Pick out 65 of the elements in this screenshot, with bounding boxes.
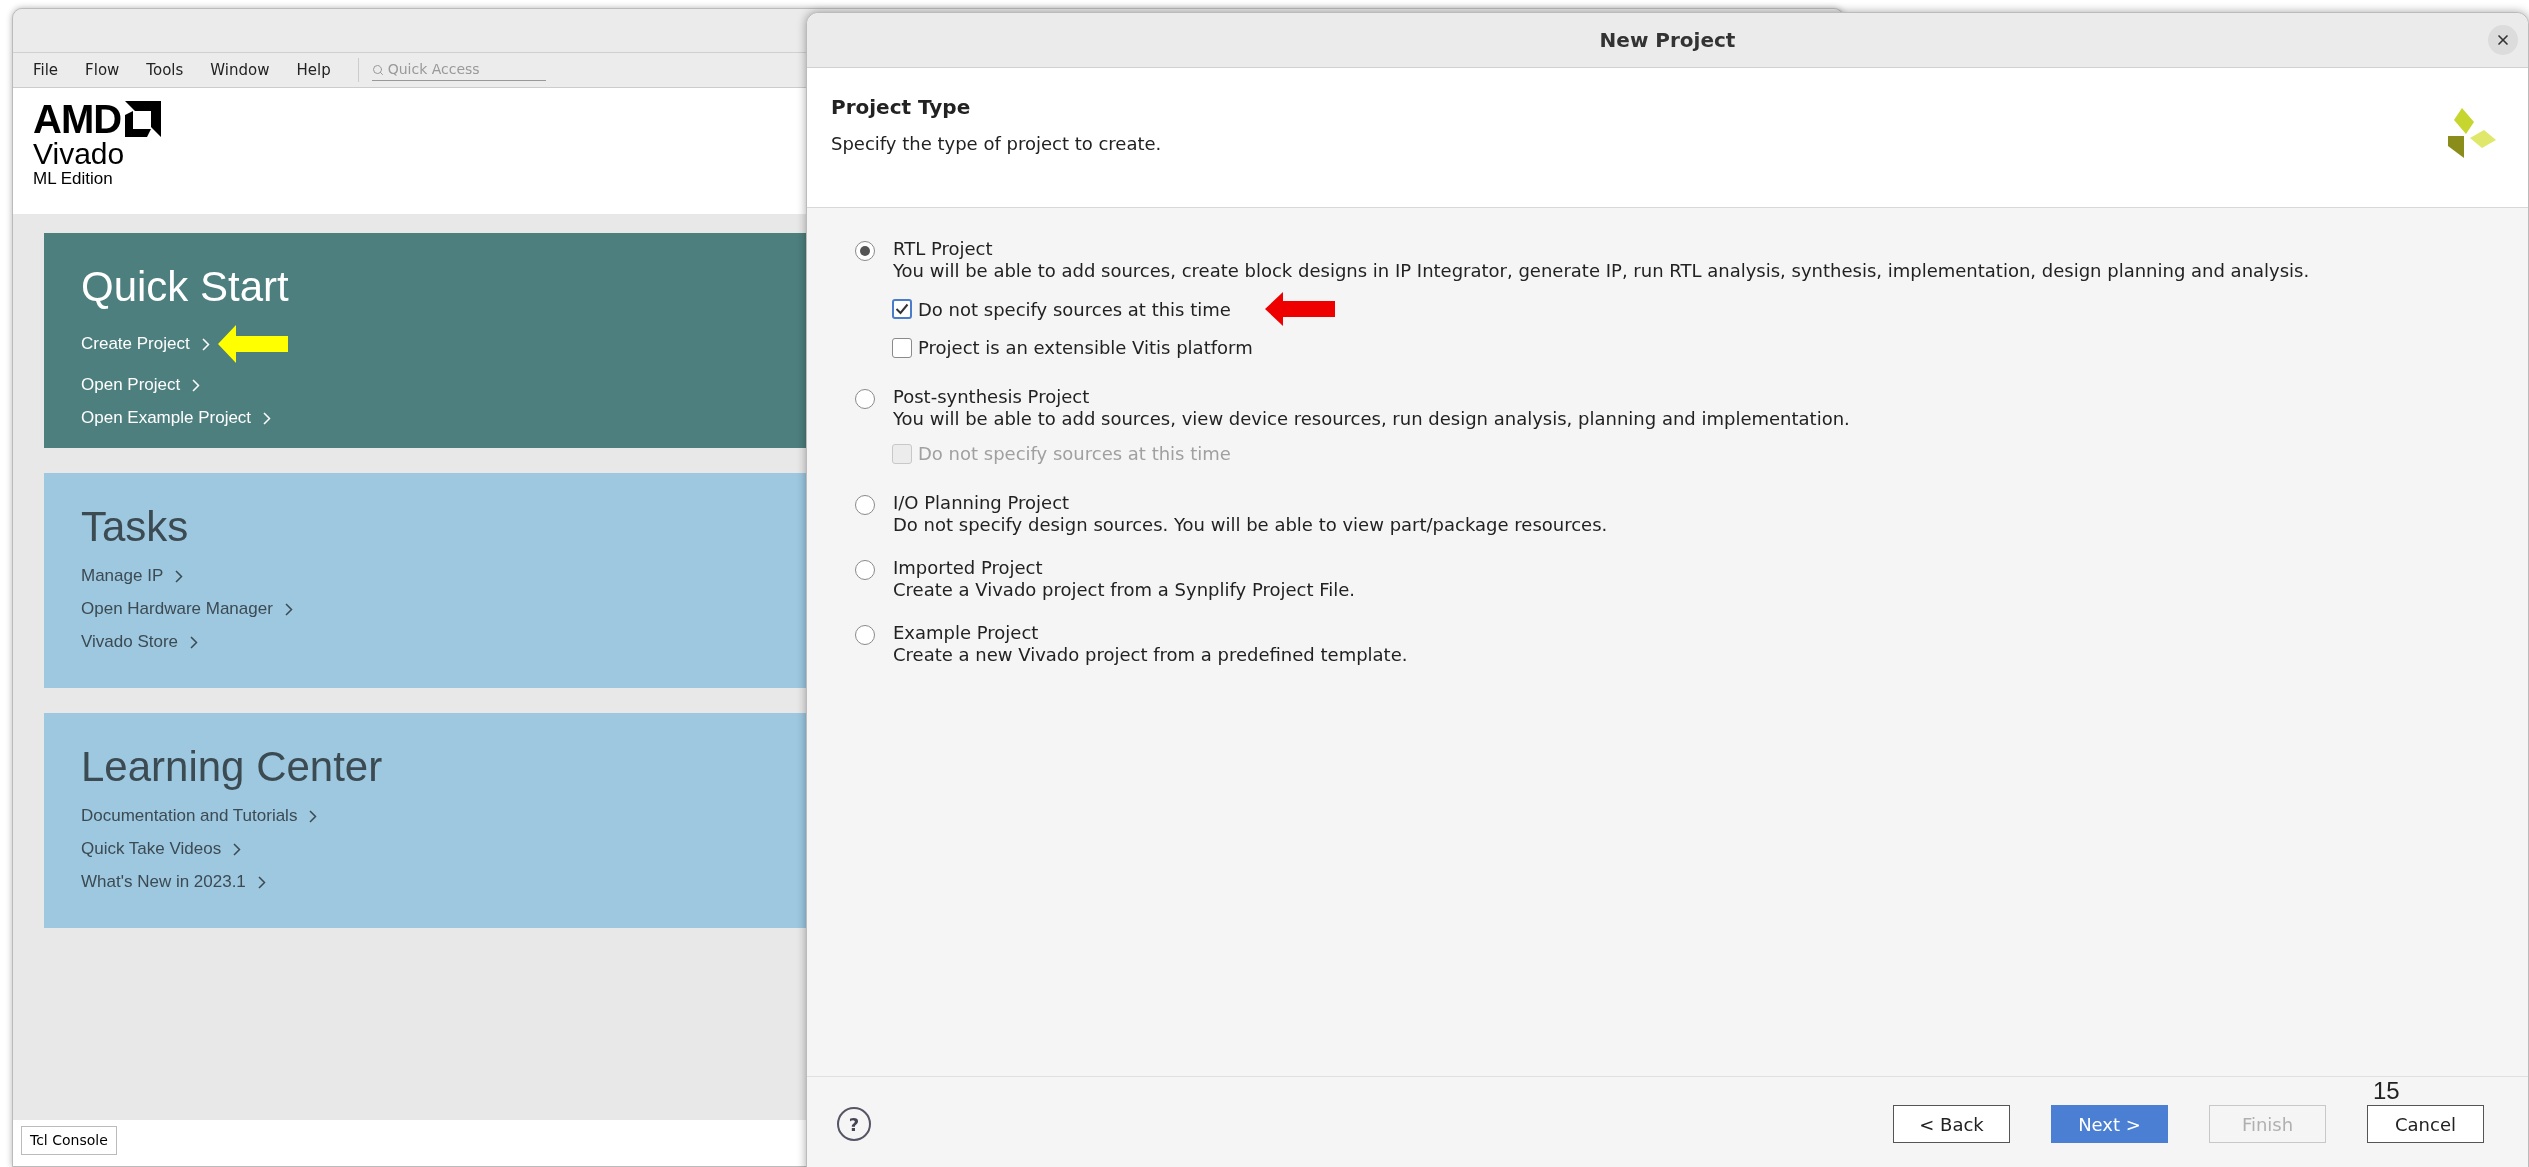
radio-button[interactable] [855, 625, 875, 645]
option-description: You will be able to add sources, create block designs in IP Integrator, generate IP, run RTL analysis, synthesis, implementation, design planning and analysis. [893, 260, 2310, 282]
console-tab[interactable]: Tcl Console [21, 1126, 117, 1155]
page-number: 15 [2373, 1079, 2400, 1103]
chevron-icon [309, 809, 318, 823]
page-heading: Project Type [831, 94, 972, 121]
arrow-icon [1264, 292, 1335, 326]
dialog-button[interactable]: Cancel [2367, 1105, 2484, 1143]
edition-label: ML Edition [33, 170, 113, 188]
panel-title: Tasks [81, 502, 189, 552]
logo-icon [2448, 108, 2496, 158]
chevron-icon [233, 842, 242, 856]
panel-link[interactable]: Open Project [81, 374, 201, 396]
search-icon [371, 63, 384, 76]
checkbox[interactable] [892, 337, 912, 358]
panel-link[interactable]: Manage IP [81, 565, 184, 587]
quick-access-field[interactable]: Quick Access [387, 59, 538, 80]
radio-button[interactable] [855, 241, 875, 261]
dialog-button[interactable]: < Back [1893, 1105, 2010, 1143]
radio-button[interactable] [855, 560, 875, 580]
chevron-icon [190, 635, 199, 649]
menu-item[interactable]: Tools [146, 58, 184, 82]
checkbox-label[interactable]: Do not specify sources at this time [918, 295, 1231, 323]
panel-title: Learning Center [81, 742, 383, 792]
chevron-icon [257, 875, 266, 889]
option-label[interactable]: Example Project [893, 622, 1408, 644]
product-name: Vivado [33, 138, 125, 170]
help-button[interactable]: ? [837, 1107, 871, 1141]
chevron-icon [175, 569, 184, 583]
menu-item[interactable]: Help [296, 58, 331, 82]
panel-link[interactable]: Create Project [81, 333, 210, 355]
arrow-icon [217, 325, 288, 363]
panel-link[interactable]: What's New in 2023.1 [81, 871, 266, 893]
option-label[interactable]: Imported Project [893, 557, 1356, 579]
panel-link[interactable]: Documentation and Tutorials [81, 805, 318, 827]
option-description: Create a Vivado project from a Synplify Project File. [893, 579, 1356, 601]
logo-mark-icon [125, 101, 162, 137]
panel-link[interactable]: Quick Take Videos [81, 838, 242, 860]
panel-link[interactable]: Open Example Project [81, 407, 272, 429]
panel-link[interactable]: Vivado Store [81, 631, 199, 653]
chevron-icon [201, 337, 210, 351]
close-icon [2495, 32, 2511, 48]
dialog-title: New Project [1599, 27, 1736, 54]
panel-title: Quick Start [81, 262, 289, 312]
option-label[interactable]: I/O Planning Project [893, 492, 1608, 514]
option-label[interactable]: RTL Project [893, 238, 2310, 260]
radio-button[interactable] [855, 495, 875, 515]
panel-link[interactable]: Open Hardware Manager [81, 598, 293, 620]
brand-logo: AMD [33, 100, 122, 138]
option-label[interactable]: Post-synthesis Project [893, 386, 1850, 408]
menu-item[interactable]: Window [210, 58, 270, 82]
checkbox[interactable] [892, 299, 912, 319]
option-description: Do not specify design sources. You will be able to view part/package resources. [893, 514, 1608, 536]
radio-button[interactable] [855, 389, 875, 409]
menu-item[interactable]: File [33, 58, 59, 82]
checkbox-label[interactable]: Project is an extensible Vitis platform [918, 334, 1253, 361]
dialog-button[interactable]: Next > [2051, 1105, 2168, 1143]
chevron-icon [192, 378, 201, 392]
chevron-icon [263, 411, 272, 425]
chevron-icon [284, 602, 293, 616]
option-description: Create a new Vivado project from a predefined template. [893, 644, 1408, 666]
close-button[interactable] [2488, 25, 2518, 55]
menu-item[interactable]: Flow [85, 58, 120, 82]
option-description: You will be able to add sources, view device resources, run design analysis, planning and implementation. [893, 408, 1850, 430]
page-subtitle: Specify the type of project to create. [831, 132, 1162, 156]
